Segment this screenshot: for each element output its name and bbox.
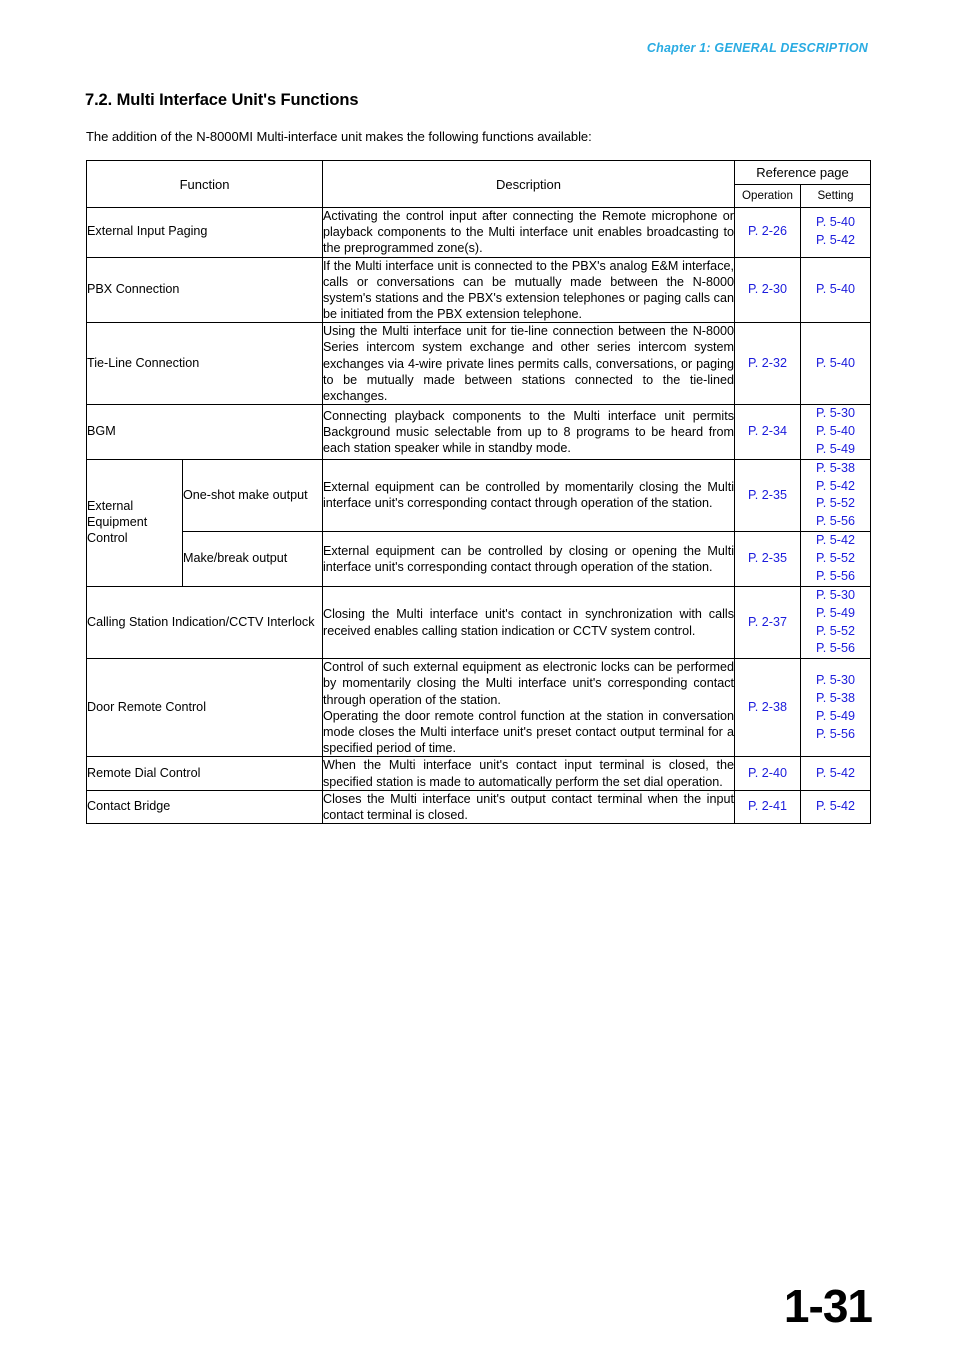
reference-link[interactable]: P. 2-40 [735,765,800,783]
cell-description: When the Multi interface unit's contact … [322,756,735,791]
table-row: External Input Paging Activating the cont… [86,207,872,258]
table-row: Calling Station Indication/CCTV Interloc… [86,585,872,660]
column-header-operation: Operation [734,183,801,208]
cell-operation-ref[interactable]: P. 2-35 [734,531,801,587]
cell-operation-ref[interactable]: P. 2-32 [734,322,801,406]
reference-link[interactable]: P. 5-42 [801,798,870,816]
reference-link[interactable]: P. 2-34 [735,423,800,441]
cell-operation-ref[interactable]: P. 2-41 [734,789,801,825]
reference-link[interactable]: P. 2-41 [735,798,800,816]
reference-link[interactable]: P. 5-56 [801,726,870,744]
cell-function: Contact Bridge [86,789,323,825]
reference-link[interactable]: P. 5-38 [801,460,870,478]
table-row: Door Remote Control Control of such exter… [86,658,872,758]
cell-description: Activating the control input after conne… [322,207,735,258]
cell-description: External equipment can be controlled by … [322,531,735,587]
cell-description: Connecting playback components to the Mu… [322,404,735,460]
cell-function: External Input Paging [86,207,323,258]
reference-link[interactable]: P. 5-40 [801,214,870,232]
reference-link[interactable]: P. 2-26 [735,223,800,241]
cell-function: BGM [86,404,323,460]
column-header-description: Description [322,160,735,208]
document-page: Chapter 1: GENERAL DESCRIPTION 7.2. Mult… [0,0,954,1351]
cell-operation-ref[interactable]: P. 2-34 [734,404,801,460]
cell-function-sub: One-shot make output [182,458,323,533]
table-row: BGM Connecting playback components to the… [86,404,872,460]
functions-table: Function Description Reference page Oper… [86,160,872,825]
table-row: Tie-Line Connection Using the Multi inter… [86,322,872,406]
cell-description: Control of such external equipment as el… [322,658,735,758]
reference-link[interactable]: P. 5-49 [801,441,870,459]
cell-setting-ref[interactable]: P. 5-40 P. 5-42 [799,207,872,258]
cell-function: External Equipment Control [86,458,183,587]
cell-setting-ref[interactable]: P. 5-40 [799,256,872,324]
reference-link[interactable]: P. 5-40 [801,355,870,373]
page-number: 1-31 [783,1280,873,1332]
reference-link[interactable]: P. 2-35 [735,550,800,568]
cell-function-sub: Make/break output [182,531,323,587]
table-row: PBX Connection If the Multi interface uni… [86,256,872,324]
reference-link[interactable]: P. 5-52 [801,550,870,568]
running-head: Chapter 1: GENERAL DESCRIPTION [646,41,868,55]
cell-description: Closing the Multi interface unit's conta… [322,585,735,660]
cell-operation-ref[interactable]: P. 2-35 [734,458,801,533]
reference-link[interactable]: P. 5-56 [801,640,870,658]
cell-function: Tie-Line Connection [86,322,323,406]
page-title: 7.2. Multi Interface Unit's Functions [85,90,359,109]
reference-link[interactable]: P. 5-42 [801,532,870,550]
column-header-reference-page: Reference page [733,160,872,185]
table-row: Make/break output External equipment can … [87,531,872,587]
cell-operation-ref[interactable]: P. 2-37 [734,585,801,660]
reference-link[interactable]: P. 5-30 [801,672,870,690]
table-row: Contact Bridge Closes the Multi interface… [86,789,872,825]
cell-operation-ref[interactable]: P. 2-38 [734,658,801,758]
reference-link[interactable]: P. 5-42 [801,232,870,250]
reference-link[interactable]: P. 2-38 [735,699,800,717]
column-header-setting: Setting [799,183,872,208]
cell-operation-ref[interactable]: P. 2-26 [734,207,801,258]
reference-link[interactable]: P. 5-52 [801,623,870,641]
reference-link[interactable]: P. 5-49 [801,708,870,726]
cell-description: If the Multi interface unit is connected… [322,256,735,324]
reference-link[interactable]: P. 5-30 [801,587,870,605]
cell-function: Remote Dial Control [86,756,323,791]
cell-operation-ref[interactable]: P. 2-40 [734,756,801,791]
cell-function: Door Remote Control [86,658,323,758]
cell-description: External equipment can be controlled by … [322,458,735,533]
reference-link[interactable]: P. 5-40 [801,423,870,441]
cell-description: Using the Multi interface unit for tie-l… [322,322,735,406]
reference-link[interactable]: P. 5-49 [801,605,870,623]
reference-link[interactable]: P. 2-35 [735,487,800,505]
cell-setting-ref[interactable]: P. 5-42 [799,756,872,791]
reference-link[interactable]: P. 5-56 [801,513,870,531]
reference-link[interactable]: P. 2-30 [735,281,800,299]
table-head: Function Description Reference page Oper… [86,160,872,208]
table-body: External Input Paging Activating the cont… [86,207,872,825]
table-header-row-1: Function Description Reference page [86,160,872,208]
cell-setting-ref[interactable]: P. 5-30 P. 5-40 P. 5-49 [799,404,872,460]
cell-function: PBX Connection [86,256,323,324]
table-row: Remote Dial Control When the Multi interf… [86,756,872,791]
reference-link[interactable]: P. 5-42 [801,478,870,496]
cell-setting-ref[interactable]: P. 5-42 [799,789,872,825]
cell-function: Calling Station Indication/CCTV Interloc… [86,585,323,660]
reference-link[interactable]: P. 5-40 [801,281,870,299]
reference-link[interactable]: P. 5-56 [801,568,870,586]
cell-setting-ref[interactable]: P. 5-42 P. 5-52 P. 5-56 [799,531,872,587]
reference-link[interactable]: P. 2-32 [735,355,800,373]
reference-link[interactable]: P. 5-38 [801,690,870,708]
intro-paragraph: The addition of the N-8000MI Multi-inter… [86,129,592,144]
cell-setting-ref[interactable]: P. 5-38 P. 5-42 P. 5-52 P. 5-56 [799,458,872,533]
cell-description: Closes the Multi interface unit's output… [322,789,735,825]
reference-link[interactable]: P. 5-42 [801,765,870,783]
reference-link[interactable]: P. 5-52 [801,495,870,513]
cell-operation-ref[interactable]: P. 2-30 [734,256,801,324]
table-row: External Equipment Control One-shot make … [86,458,872,587]
cell-setting-ref[interactable]: P. 5-30 P. 5-38 P. 5-49 P. 5-56 [799,658,872,758]
cell-setting-ref[interactable]: P. 5-30 P. 5-49 P. 5-52 P. 5-56 [799,585,872,660]
reference-link[interactable]: P. 5-30 [801,405,870,423]
column-header-function: Function [86,160,323,208]
cell-setting-ref[interactable]: P. 5-40 [799,322,872,406]
reference-link[interactable]: P. 2-37 [735,614,800,632]
